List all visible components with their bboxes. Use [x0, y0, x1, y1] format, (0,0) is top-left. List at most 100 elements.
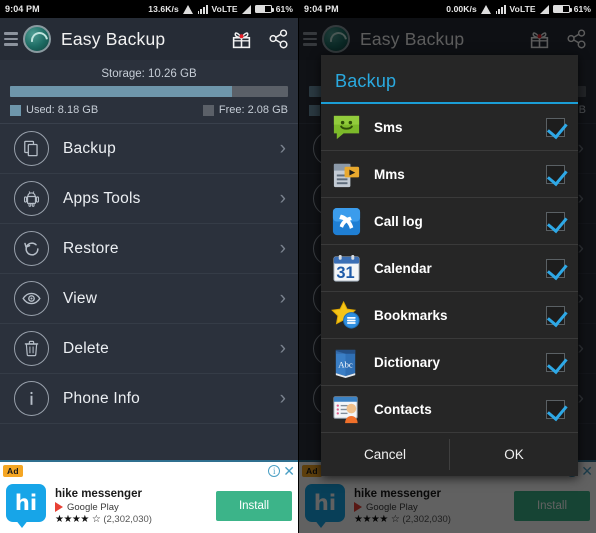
hike-app-icon-text: hi	[6, 484, 46, 522]
checkbox-mms[interactable]	[546, 164, 565, 184]
close-icon[interactable]: ✕	[283, 464, 295, 478]
phone-screen-right: 9:04 PM 0.00K/s VoLTE 61% Easy Backup	[298, 0, 596, 533]
storage-summary: Storage: 10.26 GB Used: 8.18 GB Free: 2.…	[0, 60, 298, 124]
star-bookmark-icon	[331, 300, 362, 331]
sms-bubble-icon	[331, 112, 362, 143]
menu-item-label: View	[63, 289, 98, 307]
dictionary-book-icon: Abc	[331, 347, 362, 378]
page-title: Easy Backup	[61, 28, 166, 49]
ad-banner[interactable]: Ad i ✕ hi hike messenger Google Play	[0, 460, 298, 533]
menu-item-delete[interactable]: Delete ›	[0, 324, 298, 374]
hamburger-icon[interactable]	[4, 32, 18, 46]
phone-call-icon	[331, 206, 362, 237]
backup-option-contacts[interactable]: Contacts	[321, 386, 578, 433]
backup-option-label: Call log	[374, 213, 423, 229]
storage-legend-free: Free: 2.08 GB	[202, 104, 288, 116]
backup-option-dictionary[interactable]: Abc Dictionary	[321, 339, 578, 386]
chevron-right-icon: ›	[279, 388, 286, 409]
menu-item-apps-tools[interactable]: Apps Tools ›	[0, 174, 298, 224]
status-time: 9:04 PM	[304, 4, 339, 14]
ad-app-name: hike messenger	[55, 487, 142, 500]
signal-bars-icon	[495, 4, 506, 14]
share-icon[interactable]	[268, 29, 290, 49]
checkbox-dictionary[interactable]	[546, 352, 565, 372]
menu-item-label: Phone Info	[63, 389, 140, 407]
phone-screen-left: 9:04 PM 13.6K/s VoLTE 61% Easy Backup St…	[0, 0, 298, 533]
eye-icon	[14, 281, 49, 316]
checkbox-contacts[interactable]	[546, 399, 565, 419]
ad-half-star: ☆	[91, 513, 101, 525]
calendar-31-icon: 31	[331, 253, 362, 284]
backup-option-label: Dictionary	[374, 354, 441, 370]
battery-icon	[552, 4, 572, 14]
battery-icon	[254, 4, 274, 14]
google-play-icon	[55, 502, 63, 512]
android-robot-icon	[14, 181, 49, 216]
dialog-title: Backup	[321, 55, 578, 104]
checkbox-sms[interactable]	[546, 117, 565, 137]
backup-option-mms[interactable]: Mms	[321, 151, 578, 198]
wifi-icon	[480, 4, 492, 14]
bubble-tail-icon	[15, 519, 29, 528]
backup-dialog: Backup Sms Mms Call log 31 Calendar Book…	[321, 55, 578, 476]
backup-options-list: Sms Mms Call log 31 Calendar Bookmarks A…	[321, 104, 578, 433]
battery-percent: 61%	[573, 4, 591, 14]
signal-triangle-icon	[241, 4, 251, 14]
signal-bars-icon	[197, 4, 208, 14]
dual-screenshot: 9:04 PM 13.6K/s VoLTE 61% Easy Backup St…	[0, 0, 596, 533]
menu-item-label: Delete	[63, 339, 110, 357]
signal-triangle-icon	[539, 4, 549, 14]
menu-item-label: Apps Tools	[63, 189, 141, 207]
ad-rating-count: (2,302,030)	[103, 513, 152, 525]
used-label: Used: 8.18 GB	[26, 104, 99, 116]
backup-option-call-log[interactable]: Call log	[321, 198, 578, 245]
trash-icon	[14, 331, 49, 366]
storage-progress-used	[10, 86, 233, 97]
chevron-right-icon: ›	[279, 138, 286, 159]
chevron-right-icon: ›	[279, 188, 286, 209]
storage-title: Storage: 10.26 GB	[101, 68, 197, 80]
chevron-right-icon: ›	[279, 338, 286, 359]
volte-label: VoLTE	[509, 4, 536, 14]
network-speed: 0.00K/s	[446, 4, 477, 14]
menu-item-phone-info[interactable]: Phone Info ›	[0, 374, 298, 424]
app-logo-icon	[23, 25, 51, 53]
checkbox-bookmarks[interactable]	[546, 305, 565, 325]
ad-stars: ★★★★	[55, 513, 89, 525]
backup-option-sms[interactable]: Sms	[321, 104, 578, 151]
menu-item-restore[interactable]: Restore ›	[0, 224, 298, 274]
wifi-icon	[182, 4, 194, 14]
ok-button[interactable]: OK	[450, 433, 578, 476]
svg-text:Abc: Abc	[338, 359, 353, 369]
menu-item-label: Backup	[63, 139, 116, 157]
storage-progress-bar	[10, 86, 288, 97]
status-bar: 9:04 PM 0.00K/s VoLTE 61%	[299, 0, 596, 18]
install-button[interactable]: Install	[216, 491, 292, 521]
menu-item-backup[interactable]: Backup ›	[0, 124, 298, 174]
volte-label: VoLTE	[211, 4, 238, 14]
backup-option-label: Bookmarks	[374, 307, 448, 323]
chevron-right-icon: ›	[279, 238, 286, 259]
cancel-button[interactable]: Cancel	[321, 433, 449, 476]
status-time: 9:04 PM	[5, 4, 40, 14]
documents-copy-icon	[14, 131, 49, 166]
status-bar: 9:04 PM 13.6K/s VoLTE 61%	[0, 0, 298, 18]
ad-store-name: Google Play	[67, 501, 119, 513]
battery-percent: 61%	[275, 4, 293, 14]
svg-text:31: 31	[336, 264, 354, 282]
menu-item-view[interactable]: View ›	[0, 274, 298, 324]
info-circle-icon[interactable]: i	[268, 464, 281, 477]
mms-media-icon	[331, 159, 362, 190]
backup-option-label: Calendar	[374, 260, 432, 276]
backup-option-calendar[interactable]: 31 Calendar	[321, 245, 578, 292]
checkbox-calendar[interactable]	[546, 258, 565, 278]
network-speed: 13.6K/s	[148, 4, 179, 14]
backup-option-bookmarks[interactable]: Bookmarks	[321, 292, 578, 339]
main-menu: Backup › Apps Tools › Restore › View › D…	[0, 124, 298, 424]
storage-legend-used: Used: 8.18 GB	[10, 104, 98, 116]
gift-icon[interactable]	[231, 29, 252, 50]
restore-arrow-icon	[14, 231, 49, 266]
backup-option-label: Mms	[374, 166, 405, 182]
hike-app-icon: hi	[6, 484, 46, 528]
checkbox-call-log[interactable]	[546, 211, 565, 231]
